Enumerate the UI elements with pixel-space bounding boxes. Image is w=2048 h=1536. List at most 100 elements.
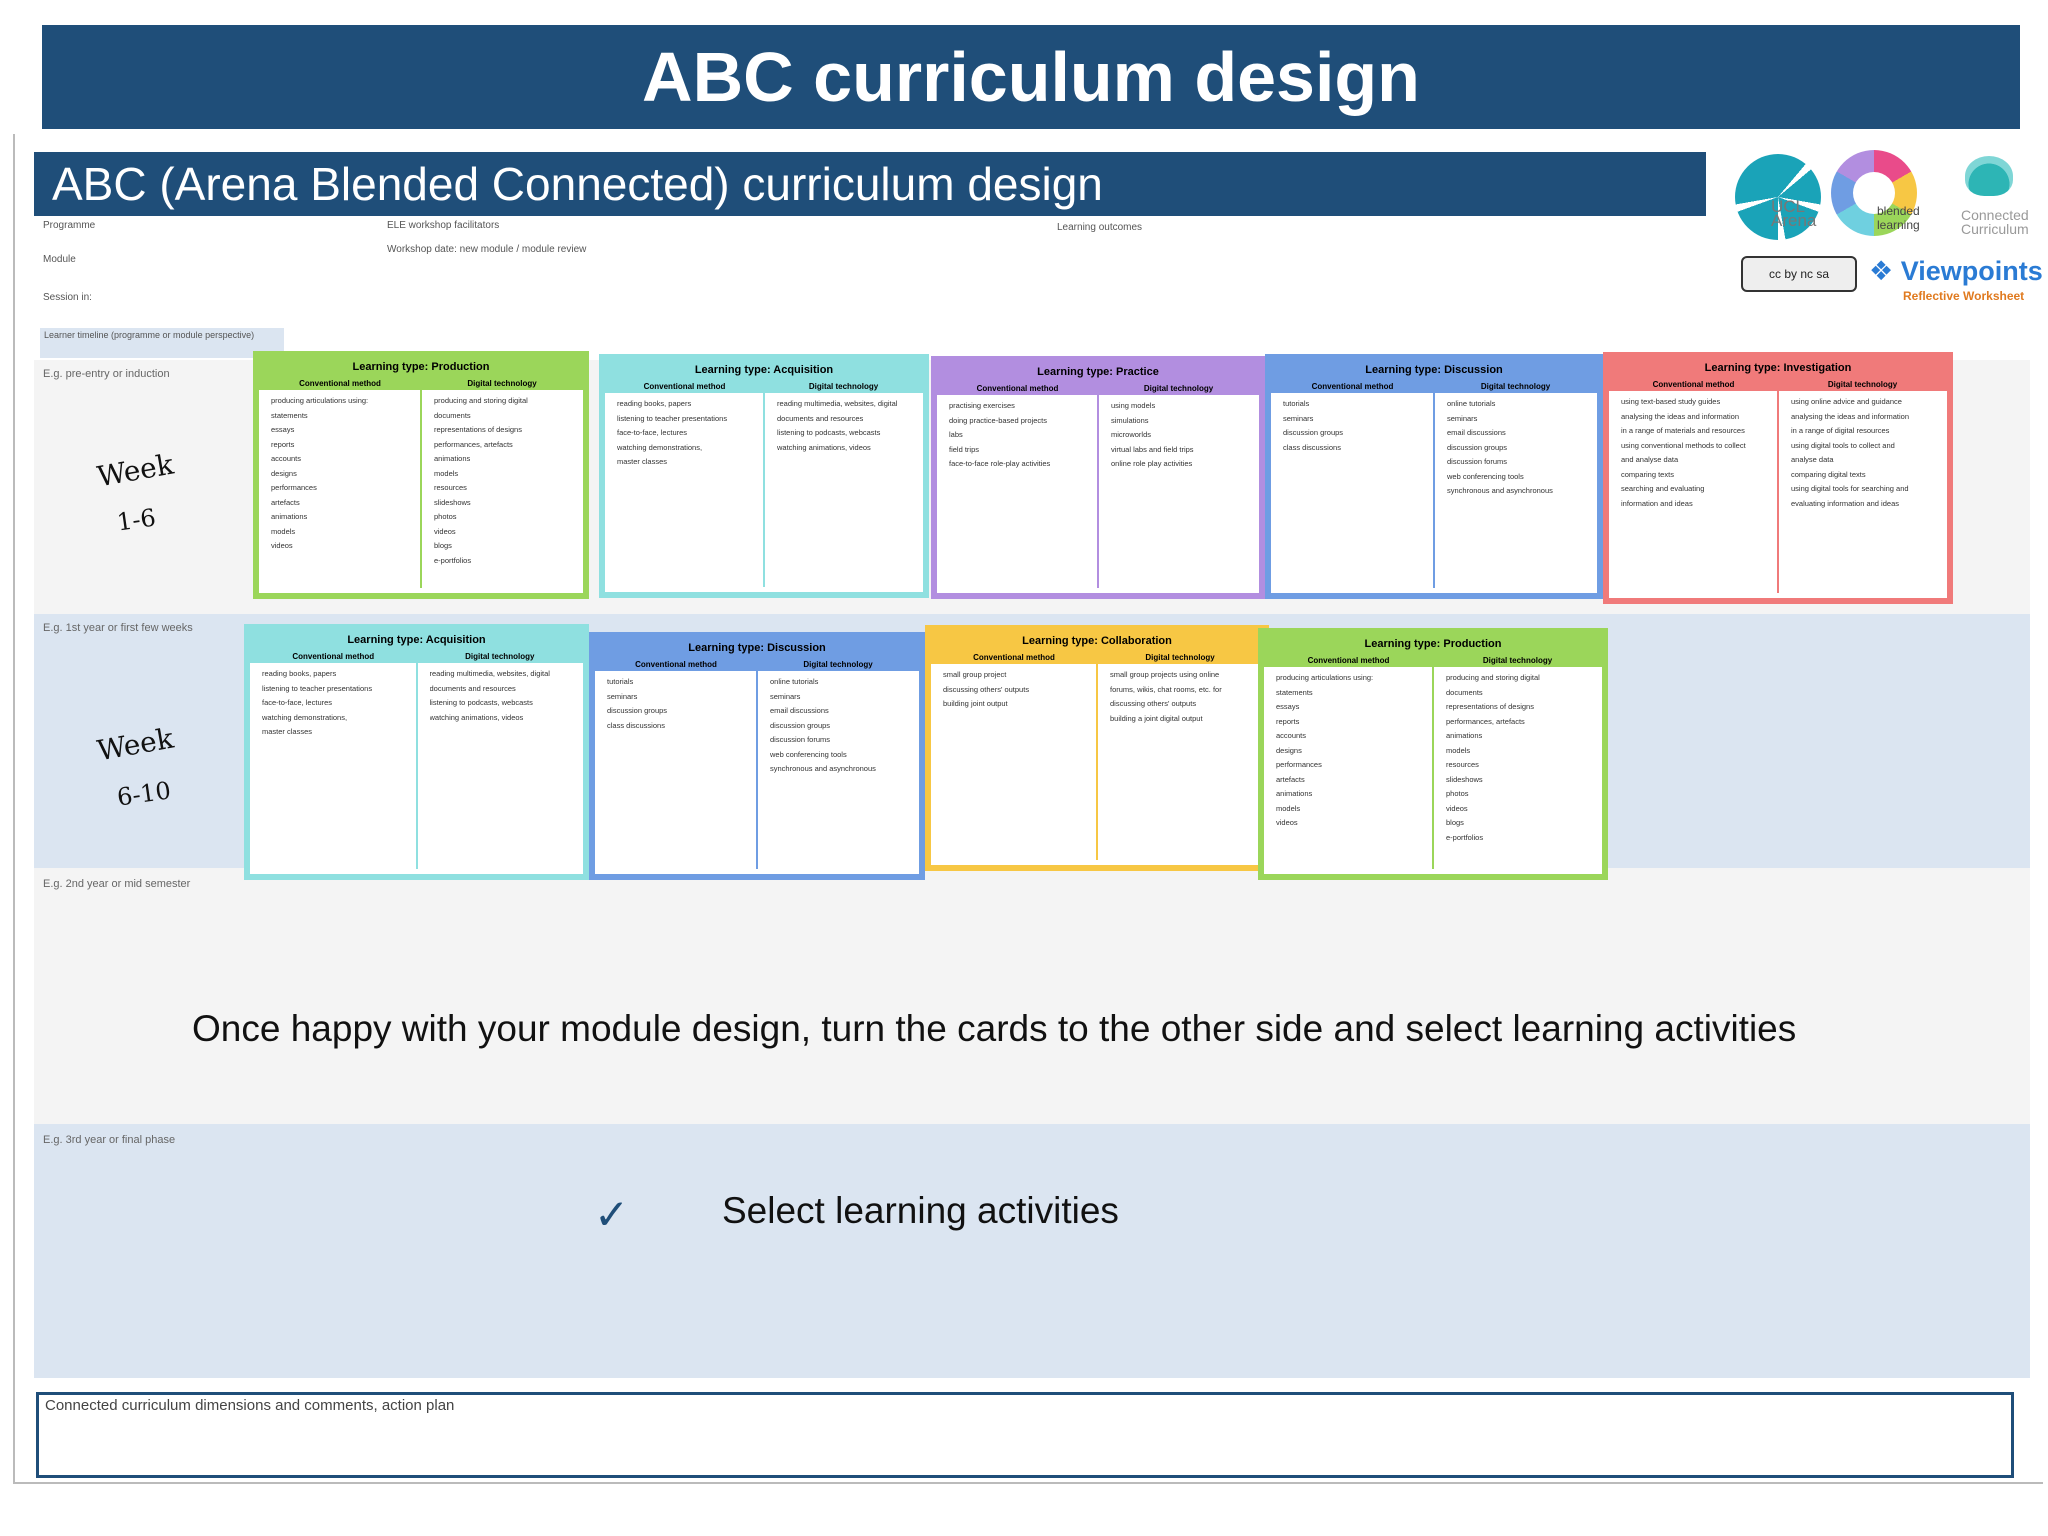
learning-card-item: in a range of digital resources	[1791, 426, 1890, 435]
learning-card-item: statements	[1276, 687, 1313, 697]
learning-card-item: using conventional methods to collect	[1621, 440, 1746, 450]
learning-card-digital-column: producing and storing digital documents re…	[422, 390, 583, 588]
learning-card-item: models	[1446, 745, 1471, 755]
learning-card-digital-column: small group projects using online forums,…	[1098, 664, 1263, 860]
learning-card-item: reading multimedia, websites, digital	[777, 399, 898, 408]
learning-card-item: resources	[1446, 760, 1479, 769]
learning-card-item: information and ideas	[1621, 498, 1693, 508]
learning-outcomes-label: Learning outcomes	[1057, 222, 1143, 233]
learning-card-item: producing and storing digital	[1446, 673, 1540, 682]
learning-card-item: master classes	[617, 457, 668, 466]
learning-card-item: face-to-face role-play activities	[949, 459, 1051, 468]
learning-card-item: virtual labs and field trips	[1111, 444, 1194, 454]
learning-card-item: watching demonstrations,	[617, 442, 703, 452]
row-label-2: E.g. 1st year or first few weeks	[43, 622, 193, 634]
column-header-digital: Digital technology	[803, 660, 873, 669]
learning-card-title: Learning type: Collaboration	[931, 631, 1263, 651]
learning-card-title: Learning type: Acquisition	[605, 360, 923, 380]
learning-card-item: comparing texts	[1621, 469, 1674, 479]
learning-card-item: videos	[1276, 818, 1298, 827]
learning-card-title: Learning type: Investigation	[1609, 358, 1947, 378]
learning-card-conventional-column: tutorials seminars discussion groups class …	[1271, 393, 1435, 588]
learning-card-item: videos	[271, 541, 293, 550]
learning-card-item: essays	[1276, 702, 1300, 711]
learning-card-conventional-column: practising exercises doing practice-based…	[937, 395, 1099, 588]
learning-card-item: and analyse data	[1621, 455, 1679, 464]
column-header-digital: Digital technology	[1480, 382, 1551, 391]
learning-card-item: slideshows	[434, 497, 471, 507]
learning-card-digital-column: reading multimedia, websites, digital doc…	[765, 393, 923, 587]
connected-curriculum-logo-text: Connected Curriculum	[1961, 207, 2029, 237]
session-label: Session in:	[43, 292, 92, 303]
learning-card-conventional-column: reading books, papers listening to teache…	[605, 393, 765, 587]
learning-card-item: online tutorials	[770, 677, 819, 686]
instruction-text: Once happy with your module design, turn…	[192, 1008, 1797, 1049]
learning-card-column-headers: Conventional method Digital technology	[259, 377, 583, 390]
learning-card-item: models	[1276, 803, 1301, 813]
learning-card-item: web conferencing tools	[1447, 471, 1524, 481]
column-header-conventional: Conventional method	[1311, 382, 1394, 391]
learning-card-item: analyse data	[1791, 455, 1834, 464]
learning-card-item: small group project	[943, 670, 1007, 679]
blended-learning-logo-text: blended learning	[1877, 204, 1920, 232]
column-header-digital: Digital technology	[1143, 384, 1214, 393]
learning-card-item: searching and evaluating	[1621, 484, 1705, 493]
learning-card-item: discussing others' outputs	[1110, 699, 1197, 708]
column-header-digital: Digital technology	[1827, 380, 1898, 389]
learning-card-item: discussion forums	[770, 735, 831, 744]
column-header-digital: Digital technology	[1482, 656, 1553, 665]
learning-card-item: reading multimedia, websites, digital	[429, 669, 550, 678]
learning-card-item: master classes	[262, 727, 313, 736]
viewpoints-logo-text: Viewpoints	[1900, 256, 2043, 286]
learning-card-title: Learning type: Production	[1264, 634, 1602, 654]
learning-card-item: resources	[434, 483, 467, 492]
learner-timeline-label: Learner timeline (programme or module pe…	[40, 328, 284, 358]
learning-card-item: watching animations, videos	[429, 712, 524, 722]
week-range-1: 1-6	[115, 503, 158, 537]
cc-license-text: cc by nc sa	[1768, 267, 1830, 281]
learning-card: Learning type: Practice Conventional meth…	[931, 356, 1265, 599]
learning-card-item: seminars	[770, 691, 801, 701]
select-activities-text: Select learning activities	[722, 1190, 1119, 1231]
learning-card-item: documents	[1446, 687, 1483, 697]
row-label-3: E.g. 2nd year or mid semester	[43, 878, 191, 890]
learning-card-item: watching animations, videos	[777, 442, 871, 452]
learning-card-item: performances, artefacts	[1446, 716, 1525, 726]
checkmark-icon: ✓	[594, 1191, 630, 1238]
learning-card-item: field trips	[949, 444, 980, 454]
comments-label: Connected curriculum dimensions and comm…	[45, 1397, 455, 1414]
learning-card-column-headers: Conventional method Digital technology	[1271, 380, 1597, 393]
learning-card-item: microworlds	[1111, 430, 1152, 439]
learning-card-item: seminars	[1283, 413, 1314, 423]
connected-curriculum-logo	[1965, 156, 2013, 196]
learning-card-item: listening to podcasts, webcasts	[777, 428, 881, 437]
learning-card-item: artefacts	[1276, 774, 1305, 784]
learning-card-item: synchronous and asynchronous	[1447, 486, 1553, 495]
learning-card-digital-column: online tutorials seminars email discussion…	[758, 671, 919, 869]
viewpoints-subtitle: Reflective Worksheet	[1903, 289, 2025, 303]
learning-card-item: evaluating information and ideas	[1791, 498, 1899, 508]
worksheet: ABC (Arena Blended Connected) curriculum…	[13, 134, 2043, 1484]
learning-card-item: blogs	[1446, 818, 1464, 827]
learning-card: Learning type: Production Conventional me…	[253, 351, 589, 599]
learning-card-title: Learning type: Practice	[937, 362, 1259, 382]
learning-card-item: email discussions	[770, 706, 829, 715]
learning-card-item: class discussions	[1283, 442, 1341, 452]
learning-card-item: simulations	[1111, 415, 1149, 425]
column-header-conventional: Conventional method	[299, 379, 381, 388]
column-header-conventional: Conventional method	[292, 652, 375, 661]
learning-card-item: seminars	[607, 691, 638, 701]
column-header-conventional: Conventional method	[635, 660, 717, 669]
learning-card-item: accounts	[1276, 731, 1307, 740]
learning-card-item: videos	[434, 526, 456, 536]
learning-card-item: web conferencing tools	[770, 749, 847, 759]
comments-box[interactable]: Connected curriculum dimensions and comm…	[36, 1392, 2014, 1478]
learning-card-item: synchronous and asynchronous	[770, 764, 876, 773]
learning-card-item: using digital tools to collect and	[1791, 440, 1895, 450]
learning-card-item: practising exercises	[949, 401, 1015, 410]
learning-card-item: videos	[1446, 803, 1468, 813]
learning-card-item: e-portfolios	[434, 555, 472, 565]
learning-card-title: Learning type: Discussion	[1271, 360, 1597, 380]
programme-label: Programme	[43, 220, 96, 231]
learning-card-item: in a range of materials and resources	[1621, 426, 1745, 435]
